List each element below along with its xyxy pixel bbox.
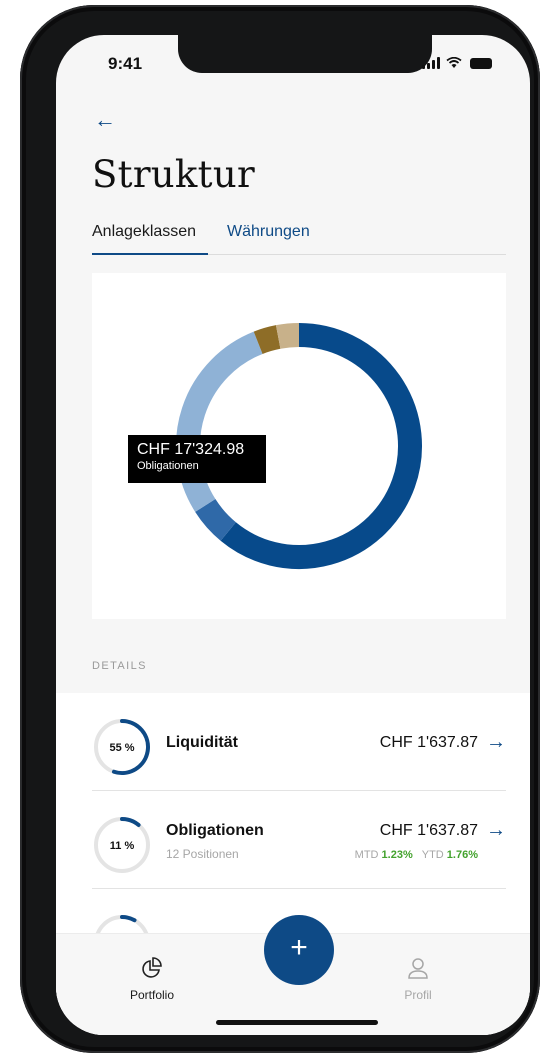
list-item-liquiditaet[interactable]: 55 % Liquidität CHF 1'637.87 → xyxy=(92,693,506,791)
arrow-right-icon[interactable]: → xyxy=(486,731,506,754)
chart-card: CHF 17'324.98 Obligationen xyxy=(92,273,506,619)
tab-waehrungen[interactable]: Währungen xyxy=(227,221,310,255)
tooltip-label: Obligationen xyxy=(137,460,199,472)
phone-frame: 9:41 ← Struktur Anlageklassen Währungen … xyxy=(20,5,540,1053)
tooltip-amount: CHF 17'324.98 xyxy=(137,441,245,458)
details-section-label: DETAILS xyxy=(92,660,147,672)
asset-class-name: Obligationen xyxy=(166,822,264,839)
battery-icon xyxy=(470,58,492,69)
add-button[interactable]: + xyxy=(264,915,334,985)
nav-profil-label[interactable]: Profil xyxy=(378,988,458,1002)
positions-count: 12 Positionen xyxy=(166,847,239,861)
ytd-label: YTD xyxy=(421,849,444,861)
percent-label: 11 % xyxy=(109,840,135,852)
nav-portfolio-label[interactable]: Portfolio xyxy=(112,988,192,1002)
percent-label: 55 % xyxy=(109,742,135,754)
asset-class-amount: CHF 1'637.87 xyxy=(379,822,478,839)
performance-line: MTD 1.23% YTD 1.76% xyxy=(355,849,478,861)
ytd-value: 1.76% xyxy=(446,849,478,861)
status-time: 9:41 xyxy=(108,54,143,73)
portfolio-pie-icon[interactable] xyxy=(140,956,164,980)
status-icons xyxy=(422,57,492,69)
donut-slice-immobilien[interactable] xyxy=(253,325,281,355)
back-arrow-icon[interactable]: ← xyxy=(94,109,116,131)
ring-progress xyxy=(120,817,141,827)
wifi-icon xyxy=(446,57,462,68)
home-indicator xyxy=(216,1020,378,1025)
donut-slice-rohstoffe[interactable] xyxy=(275,323,300,349)
app-screen: 9:41 ← Struktur Anlageklassen Währungen … xyxy=(56,35,530,1035)
arrow-right-icon[interactable]: → xyxy=(486,819,506,842)
chart-tooltip: CHF 17'324.98 Obligationen xyxy=(128,435,266,483)
page-title: Struktur xyxy=(92,153,255,196)
signal-icon xyxy=(422,57,440,69)
donut-slice-liquidität[interactable] xyxy=(195,498,237,541)
device-notch xyxy=(178,35,432,73)
mtd-value: 1.23% xyxy=(381,849,413,861)
tab-bar: Anlageklassen Währungen xyxy=(92,221,506,255)
ring-progress xyxy=(120,915,137,923)
list-item-obligationen[interactable]: 11 % Obligationen 12 Positionen CHF 1'63… xyxy=(92,791,506,889)
mtd-label: MTD xyxy=(354,849,379,861)
asset-class-name: Liquidität xyxy=(166,734,238,751)
tab-anlageklassen[interactable]: Anlageklassen xyxy=(92,221,208,255)
asset-class-amount: CHF 1'637.87 xyxy=(379,734,478,751)
profile-icon[interactable] xyxy=(406,956,430,980)
